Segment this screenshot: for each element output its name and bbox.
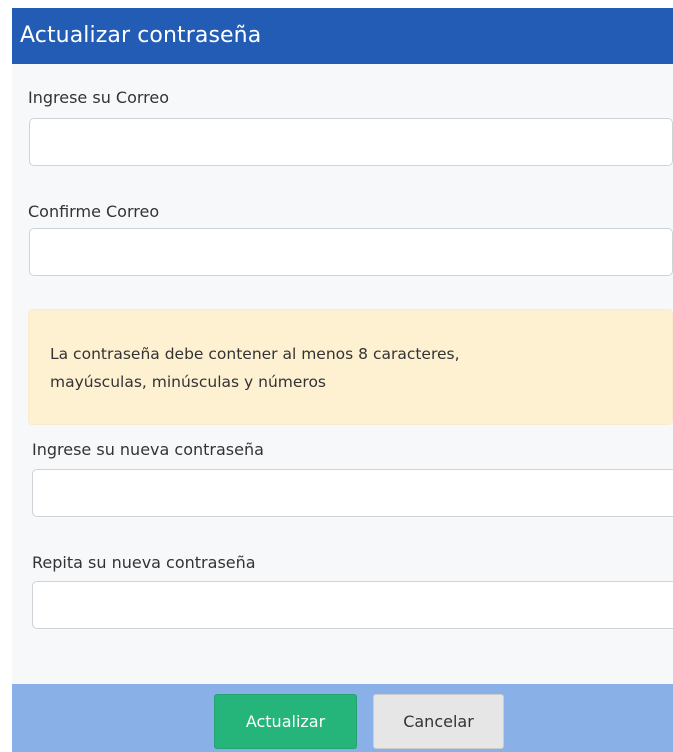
new-password-label: Ingrese su nueva contraseña bbox=[32, 440, 264, 459]
cancel-button[interactable]: Cancelar bbox=[373, 694, 504, 749]
email-label: Ingrese su Correo bbox=[28, 88, 170, 107]
email-confirm-label: Confirme Correo bbox=[28, 202, 160, 221]
password-requirements-alert: La contraseña debe contener al menos 8 c… bbox=[28, 309, 673, 425]
modal-title: Actualizar contraseña bbox=[12, 8, 673, 64]
modal-footer: Actualizar Cancelar bbox=[12, 684, 673, 752]
password-requirements-line-1: La contraseña debe contener al menos 8 c… bbox=[50, 345, 460, 363]
update-button[interactable]: Actualizar bbox=[214, 694, 357, 749]
email-input[interactable] bbox=[29, 118, 673, 166]
new-password-input[interactable] bbox=[32, 469, 673, 517]
password-requirements-text: La contraseña debe contener al menos 8 c… bbox=[50, 340, 650, 396]
password-requirements-line-2: mayúsculas, minúsculas y números bbox=[50, 373, 327, 391]
email-confirm-input[interactable] bbox=[29, 228, 673, 276]
repeat-password-input[interactable] bbox=[32, 581, 673, 629]
repeat-password-label: Repita su nueva contraseña bbox=[32, 553, 256, 572]
update-password-modal: Actualizar contraseña Ingrese su Correo … bbox=[12, 8, 673, 752]
